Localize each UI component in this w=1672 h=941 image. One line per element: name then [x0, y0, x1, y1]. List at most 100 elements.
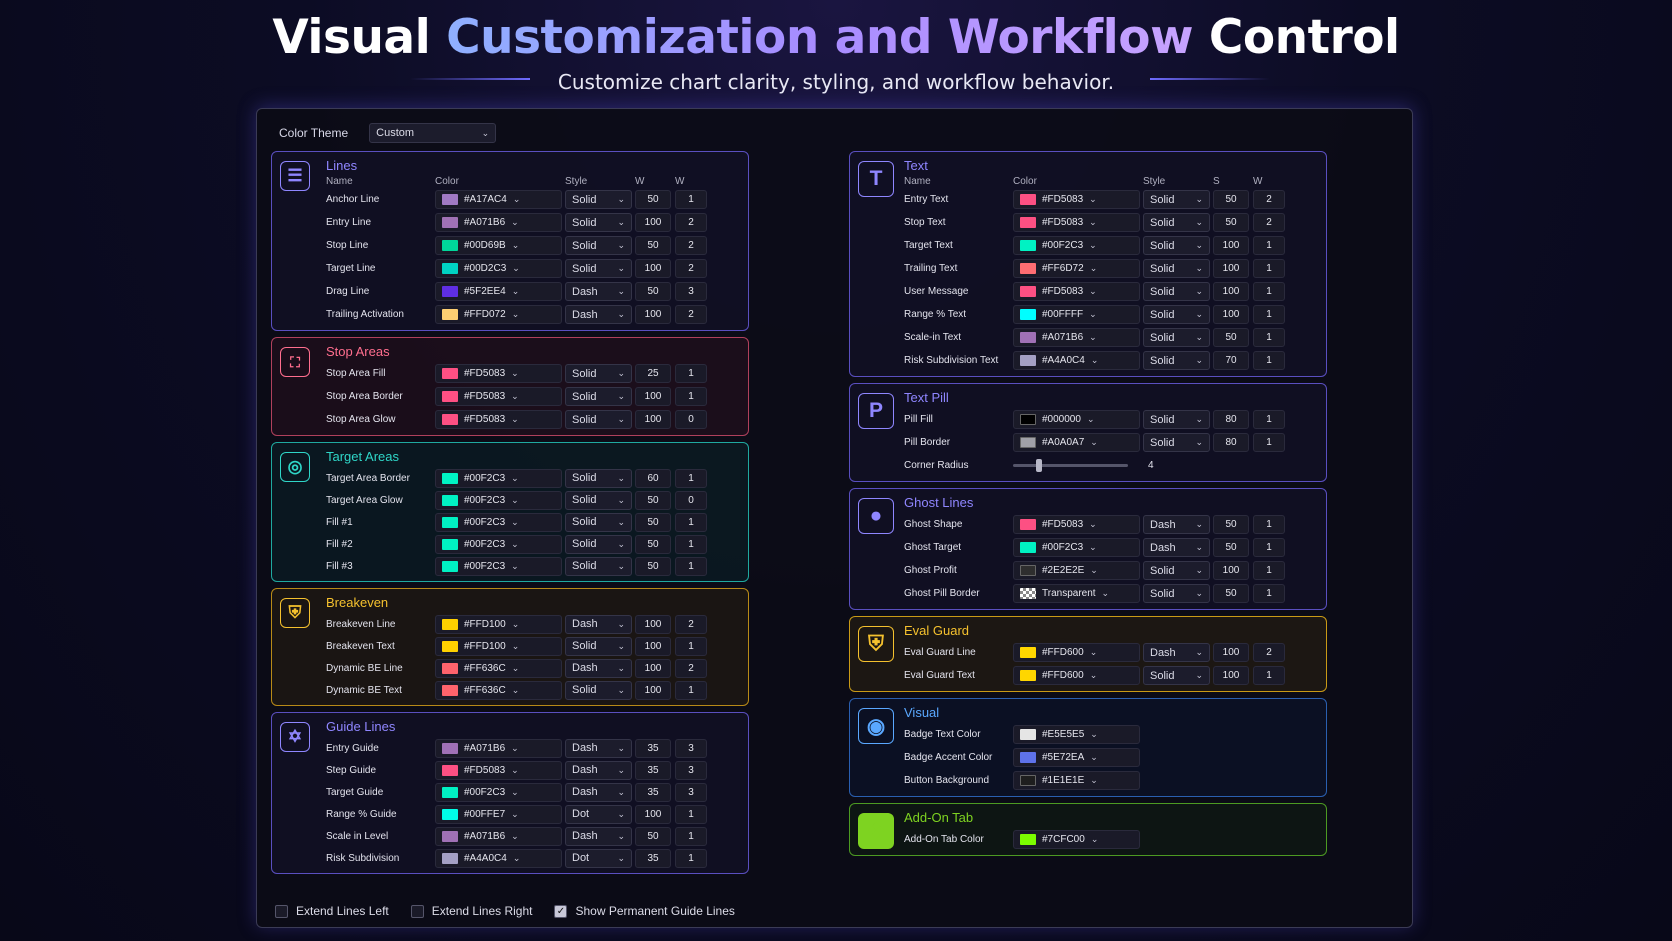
color-picker[interactable]: #00F2C3 ⌄	[435, 534, 562, 554]
style-select[interactable]: Dot ⌄	[565, 848, 632, 868]
color-picker[interactable]: #FD5083 ⌄	[435, 387, 562, 406]
weight-input[interactable]: 1	[1253, 666, 1285, 685]
color-picker[interactable]: #5F2EE4 ⌄	[435, 282, 562, 301]
weight-input[interactable]: 1	[675, 804, 707, 824]
color-picker[interactable]: #FD5083 ⌄	[1013, 282, 1140, 301]
weight-input[interactable]: 1	[675, 364, 707, 383]
weight-input[interactable]: 1	[1253, 410, 1285, 429]
weight-input[interactable]: 2	[1253, 190, 1285, 209]
style-select[interactable]: Solid ⌄	[1143, 328, 1210, 347]
style-select[interactable]: Solid ⌄	[565, 468, 632, 488]
style-select[interactable]: Dash ⌄	[1143, 643, 1210, 662]
width-input[interactable]: 100	[1213, 259, 1249, 278]
width-input[interactable]: 35	[635, 782, 671, 802]
color-picker[interactable]: #00F2C3 ⌄	[435, 490, 562, 510]
weight-input[interactable]: 2	[675, 614, 707, 634]
width-input[interactable]: 100	[1213, 282, 1249, 301]
color-picker[interactable]: #A071B6 ⌄	[435, 826, 562, 846]
weight-input[interactable]: 1	[675, 848, 707, 868]
color-picker[interactable]: #00FFFF ⌄	[1013, 305, 1140, 324]
width-input[interactable]: 100	[635, 259, 671, 278]
width-input[interactable]: 50	[635, 236, 671, 255]
color-picker[interactable]: #E5E5E5 ⌄	[1013, 725, 1140, 744]
weight-input[interactable]: 1	[1253, 236, 1285, 255]
color-picker[interactable]: #A4A0C4 ⌄	[435, 848, 562, 868]
style-select[interactable]: Dash ⌄	[1143, 515, 1210, 534]
width-input[interactable]: 100	[1213, 643, 1249, 662]
corner-radius-slider[interactable]	[1013, 459, 1128, 472]
weight-input[interactable]: 1	[675, 826, 707, 846]
color-picker[interactable]: #FD5083 ⌄	[1013, 190, 1140, 209]
color-picker[interactable]: #FD5083 ⌄	[435, 410, 562, 429]
color-picker[interactable]: #2E2E2E ⌄	[1013, 561, 1140, 580]
width-input[interactable]: 50	[1213, 213, 1249, 232]
width-input[interactable]: 100	[1213, 666, 1249, 685]
weight-input[interactable]: 1	[675, 190, 707, 209]
style-select[interactable]: Solid ⌄	[565, 490, 632, 510]
style-select[interactable]: Solid ⌄	[1143, 190, 1210, 209]
style-select[interactable]: Solid ⌄	[1143, 666, 1210, 685]
slider-thumb[interactable]	[1036, 459, 1043, 472]
style-select[interactable]: Dash ⌄	[565, 760, 632, 780]
width-input[interactable]: 100	[635, 387, 671, 406]
color-picker[interactable]: #1E1E1E ⌄	[1013, 771, 1140, 790]
weight-input[interactable]: 3	[675, 760, 707, 780]
width-input[interactable]: 100	[635, 614, 671, 634]
weight-input[interactable]: 3	[675, 738, 707, 758]
style-select[interactable]: Solid ⌄	[565, 387, 632, 406]
weight-input[interactable]: 3	[675, 782, 707, 802]
color-picker[interactable]: #00D2C3 ⌄	[435, 259, 562, 278]
color-picker[interactable]: #00F2C3 ⌄	[435, 556, 562, 576]
color-picker[interactable]: #FD5083 ⌄	[435, 760, 562, 780]
width-input[interactable]: 50	[635, 556, 671, 576]
color-picker[interactable]: #00F2C3 ⌄	[435, 782, 562, 802]
style-select[interactable]: Solid ⌄	[565, 259, 632, 278]
style-select[interactable]: Solid ⌄	[565, 680, 632, 700]
width-input[interactable]: 35	[635, 760, 671, 780]
width-input[interactable]: 100	[1213, 305, 1249, 324]
width-input[interactable]: 50	[635, 190, 671, 209]
style-select[interactable]: Dash ⌄	[565, 782, 632, 802]
width-input[interactable]: 50	[635, 826, 671, 846]
width-input[interactable]: 100	[635, 680, 671, 700]
weight-input[interactable]: 1	[675, 512, 707, 532]
color-picker[interactable]: #00D69B ⌄	[435, 236, 562, 255]
style-select[interactable]: Dash ⌄	[565, 614, 632, 634]
width-input[interactable]: 50	[635, 534, 671, 554]
color-picker[interactable]: #FFD600 ⌄	[1013, 666, 1140, 685]
style-select[interactable]: Solid ⌄	[1143, 305, 1210, 324]
weight-input[interactable]: 1	[1253, 351, 1285, 370]
width-input[interactable]: 100	[635, 213, 671, 232]
width-input[interactable]: 50	[635, 282, 671, 301]
weight-input[interactable]: 1	[1253, 515, 1285, 534]
style-select[interactable]: Solid ⌄	[565, 213, 632, 232]
style-select[interactable]: Solid ⌄	[565, 190, 632, 209]
width-input[interactable]: 100	[635, 305, 671, 324]
color-picker[interactable]: #A071B6 ⌄	[435, 213, 562, 232]
weight-input[interactable]: 0	[675, 410, 707, 429]
style-select[interactable]: Solid ⌄	[1143, 584, 1210, 603]
color-picker[interactable]: #5E72EA ⌄	[1013, 748, 1140, 767]
extend-lines-left-option[interactable]: Extend Lines Left	[275, 904, 389, 918]
color-picker[interactable]: #7CFC00 ⌄	[1013, 830, 1140, 849]
color-picker[interactable]: #FFD100 ⌄	[435, 614, 562, 634]
weight-input[interactable]: 1	[675, 387, 707, 406]
weight-input[interactable]: 2	[1253, 213, 1285, 232]
width-input[interactable]: 70	[1213, 351, 1249, 370]
weight-input[interactable]: 1	[675, 636, 707, 656]
style-select[interactable]: Solid ⌄	[565, 410, 632, 429]
weight-input[interactable]: 1	[675, 556, 707, 576]
width-input[interactable]: 50	[1213, 515, 1249, 534]
style-select[interactable]: Solid ⌄	[1143, 433, 1210, 452]
color-picker[interactable]: #FF6D72 ⌄	[1013, 259, 1140, 278]
color-picker[interactable]: #A4A0C4 ⌄	[1013, 351, 1140, 370]
width-input[interactable]: 60	[635, 468, 671, 488]
style-select[interactable]: Dot ⌄	[565, 804, 632, 824]
color-picker[interactable]: #000000 ⌄	[1013, 410, 1140, 429]
width-input[interactable]: 100	[635, 804, 671, 824]
extend-lines-left-checkbox[interactable]	[275, 904, 288, 918]
width-input[interactable]: 100	[635, 410, 671, 429]
style-select[interactable]: Solid ⌄	[565, 512, 632, 532]
style-select[interactable]: Dash ⌄	[565, 305, 632, 324]
width-input[interactable]: 80	[1213, 433, 1249, 452]
